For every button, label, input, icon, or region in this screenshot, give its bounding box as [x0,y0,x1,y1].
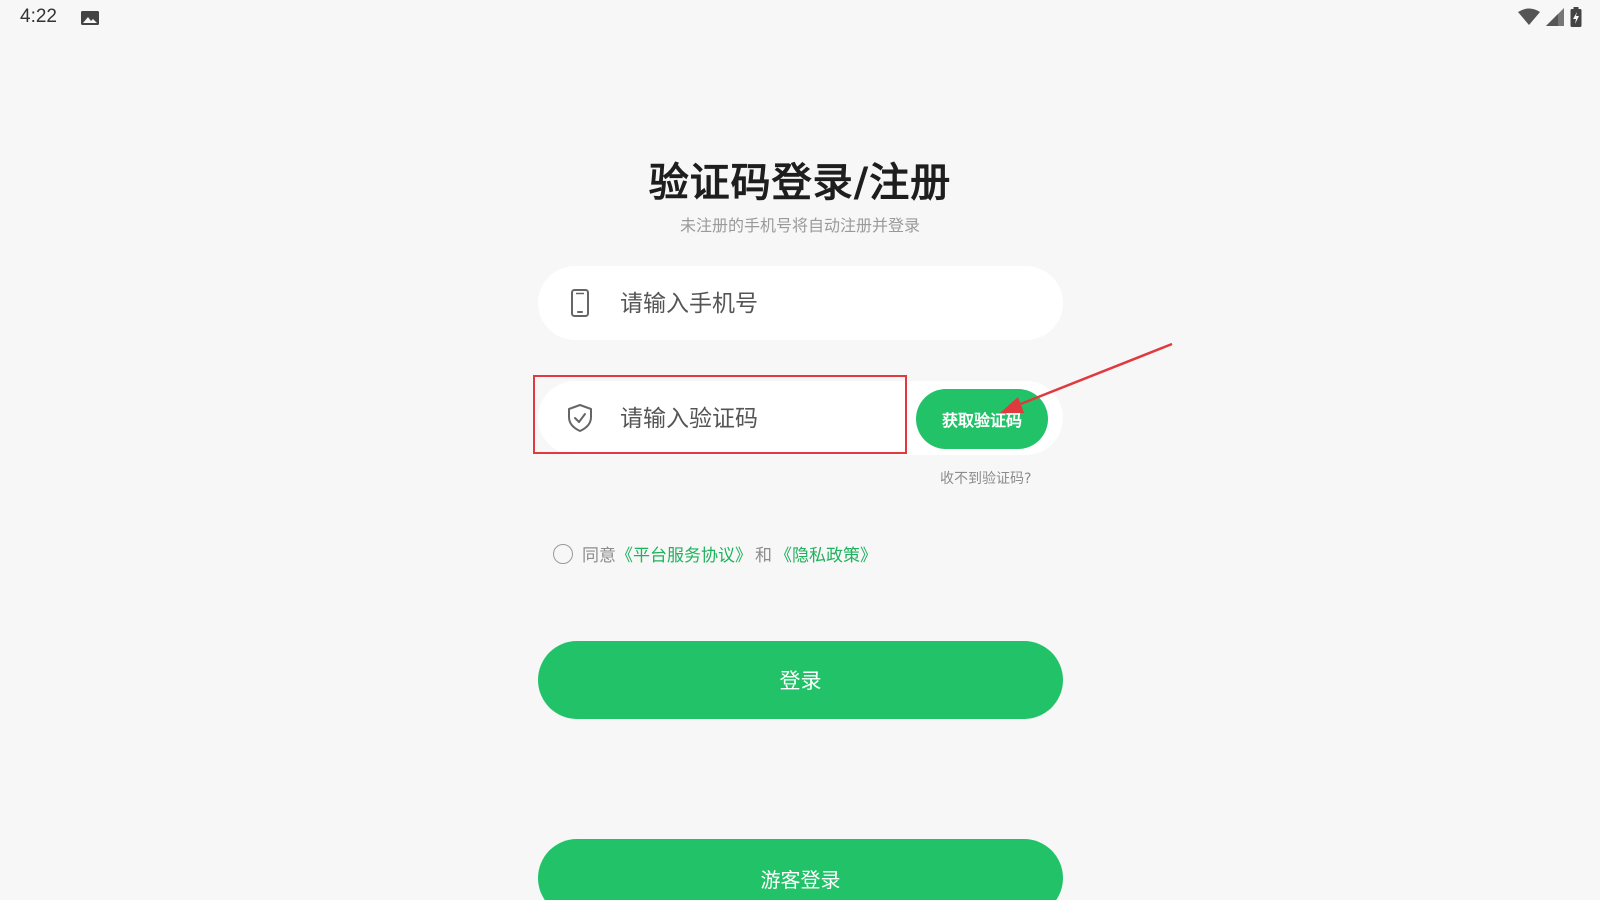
service-agreement-link[interactable]: 《平台服务协议》 [616,541,752,566]
no-code-link[interactable]: 收不到验证码? [940,468,1031,488]
privacy-policy-link[interactable]: 《隐私政策》 [775,541,877,566]
login-button[interactable]: 登录 [538,641,1063,719]
code-field-highlight [533,375,907,454]
page-title: 验证码登录/注册 [648,160,952,206]
status-icons [1518,7,1582,27]
agreement-row: 同意 《平台服务协议》 和 《隐私政策》 [553,541,877,566]
battery-icon [1570,7,1582,27]
wifi-icon [1518,8,1540,25]
agree-checkbox[interactable] [553,543,573,564]
signal-icon [1546,8,1564,26]
agree-and: 和 [755,546,772,566]
phone-input[interactable] [618,266,922,342]
page-subtitle: 未注册的手机号将自动注册并登录 [679,216,920,235]
phone-field[interactable] [538,266,1063,342]
login-screen: 4:22 验证码登录/注册 未注册的手机号将自动注册并登录 请输入手机号 请输入… [0,0,1600,900]
phone-icon [571,289,589,317]
guest-login-button[interactable]: 游客登录 [538,839,1063,900]
image-icon [81,11,99,25]
get-code-button[interactable]: 获取验证码 [916,389,1048,449]
status-time: 4:22 [20,6,57,27]
agree-prefix: 同意 [582,546,616,566]
